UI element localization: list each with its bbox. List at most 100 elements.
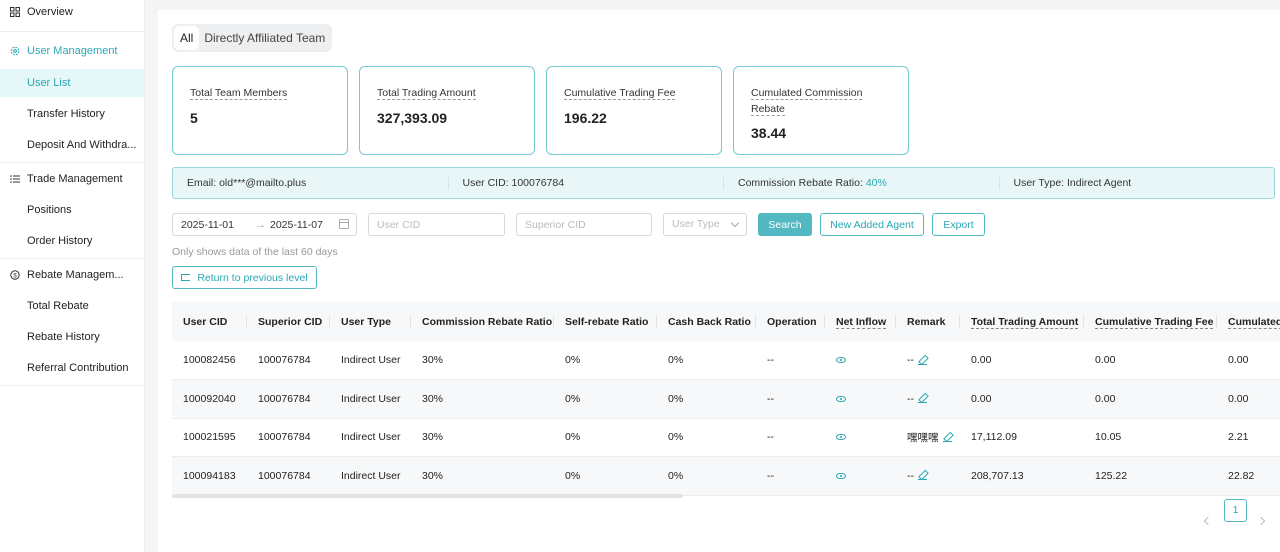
cell-net-inflow bbox=[825, 341, 896, 380]
cell-operation: -- bbox=[756, 379, 825, 419]
col-user-type: User Type bbox=[330, 302, 411, 341]
cell-cumulated: 2.21 bbox=[1217, 418, 1280, 457]
col-operation: Operation bbox=[756, 302, 825, 341]
agent-info-bar: Email: old***@mailto.plus User CID: 1000… bbox=[172, 167, 1275, 199]
cell-user-cid: 100092040 bbox=[172, 379, 247, 419]
nav-trade-management[interactable]: Trade Management bbox=[0, 167, 144, 191]
col-net-inflow-label: Net Inflow bbox=[836, 315, 887, 329]
edit-icon[interactable] bbox=[918, 394, 927, 404]
col-total-trading-amount-label: Total Trading Amount bbox=[971, 315, 1079, 329]
sidebar-item-referral-contribution[interactable]: Referral Contribution bbox=[0, 354, 144, 382]
edit-icon[interactable] bbox=[942, 433, 952, 443]
cell-user-cid: 100021595 bbox=[172, 418, 247, 457]
stat-value: 196.22 bbox=[564, 110, 607, 126]
tab-all[interactable]: All bbox=[174, 26, 200, 50]
cell-operation: -- bbox=[756, 418, 825, 457]
new-added-agent-button[interactable]: New Added Agent bbox=[820, 213, 924, 236]
cell-user-cid: 100094183 bbox=[172, 456, 247, 496]
superior-cid-input[interactable] bbox=[516, 213, 652, 236]
cell-commission: 30% bbox=[411, 456, 554, 496]
list-icon bbox=[10, 174, 20, 184]
sidebar-item-deposit-withdraw[interactable]: Deposit And Withdra... bbox=[0, 131, 144, 159]
col-total-trading-amount: Total Trading Amount bbox=[960, 302, 1084, 341]
stat-card-trading-amount: Total Trading Amount 327,393.09 bbox=[359, 66, 535, 155]
sidebar-item-order-history[interactable]: Order History bbox=[0, 227, 144, 255]
remark-text: -- bbox=[907, 469, 914, 482]
info-ratio-value: 40% bbox=[865, 177, 887, 189]
sidebar-item-positions[interactable]: Positions bbox=[0, 196, 144, 224]
edit-icon[interactable] bbox=[918, 356, 927, 365]
cell-trading-fee: 0.00 bbox=[1084, 341, 1217, 380]
col-remark: Remark bbox=[896, 302, 960, 341]
cell-user-type: Indirect User bbox=[330, 456, 411, 496]
cell-commission: 30% bbox=[411, 341, 554, 380]
sidebar-item-transfer-history[interactable]: Transfer History bbox=[0, 100, 144, 128]
horizontal-scrollbar[interactable] bbox=[172, 494, 683, 498]
sidebar-item-total-rebate[interactable]: Total Rebate bbox=[0, 292, 144, 320]
nav-rebate-management-label: Rebate Managem... bbox=[27, 269, 124, 281]
export-button[interactable]: Export bbox=[932, 213, 985, 236]
cell-self-rebate: 0% bbox=[554, 456, 657, 496]
cell-trading-amount: 0.00 bbox=[960, 341, 1084, 380]
sidebar-item-label: Deposit And Withdra... bbox=[27, 139, 137, 151]
cell-user-type: Indirect User bbox=[330, 341, 411, 380]
eye-icon[interactable] bbox=[836, 357, 846, 364]
col-user-cid: User CID bbox=[172, 302, 247, 341]
cell-cash-back: 0% bbox=[657, 341, 756, 380]
col-cumulative-trading-fee: Cumulative Trading Fee bbox=[1084, 302, 1217, 341]
cell-trading-fee: 125.22 bbox=[1084, 456, 1217, 496]
info-ratio-label: Commission Rebate Ratio: bbox=[738, 177, 866, 189]
cell-user-type: Indirect User bbox=[330, 379, 411, 419]
nav-rebate-management[interactable]: $ Rebate Managem... bbox=[0, 263, 144, 287]
remark-text: -- bbox=[907, 392, 914, 405]
cell-operation: -- bbox=[756, 456, 825, 496]
date-range-picker[interactable]: 2025-11-01 → 2025-11-07 bbox=[172, 213, 357, 236]
nav-user-management[interactable]: User Management bbox=[0, 39, 144, 63]
cell-remark: -- bbox=[896, 379, 960, 419]
table-row: 100092040 100076784 Indirect User 30% 0%… bbox=[172, 379, 1280, 419]
cell-operation: -- bbox=[756, 341, 825, 380]
date-to[interactable]: 2025-11-07 bbox=[270, 219, 323, 231]
info-user-cid: User CID: 100076784 bbox=[449, 176, 724, 190]
page-number-current[interactable]: 1 bbox=[1224, 498, 1247, 522]
user-type-select[interactable]: User Type bbox=[663, 213, 747, 236]
return-label: Return to previous level bbox=[197, 271, 308, 284]
tab-directly-affiliated[interactable]: Directly Affiliated Team bbox=[199, 26, 330, 50]
stat-card-trading-fee: Cumulative Trading Fee 196.22 bbox=[546, 66, 722, 155]
coin-icon: $ bbox=[10, 270, 20, 280]
search-button[interactable]: Search bbox=[758, 213, 812, 236]
table-header-row: User CID Superior CID User Type Commissi… bbox=[172, 302, 1280, 341]
user-table: User CID Superior CID User Type Commissi… bbox=[172, 302, 1280, 498]
edit-icon[interactable] bbox=[918, 471, 927, 481]
nav-overview[interactable]: Overview bbox=[0, 0, 144, 24]
cell-net-inflow bbox=[825, 418, 896, 457]
col-cash-back-ratio: Cash Back Ratio bbox=[657, 302, 756, 341]
cell-net-inflow bbox=[825, 379, 896, 419]
cell-user-type: Indirect User bbox=[330, 418, 411, 457]
stat-value: 5 bbox=[190, 110, 198, 126]
stat-value: 38.44 bbox=[751, 125, 787, 141]
info-email: Email: old***@mailto.plus bbox=[173, 176, 449, 190]
nav-overview-label: Overview bbox=[27, 6, 73, 18]
eye-icon[interactable] bbox=[836, 395, 846, 402]
cell-trading-amount: 17,112.09 bbox=[960, 418, 1084, 457]
cell-superior-cid: 100076784 bbox=[247, 379, 330, 419]
cell-superior-cid: 100076784 bbox=[247, 456, 330, 496]
nav-user-management-label: User Management bbox=[27, 45, 118, 57]
cell-cash-back: 0% bbox=[657, 456, 756, 496]
sidebar-item-rebate-history[interactable]: Rebate History bbox=[0, 323, 144, 351]
prev-page-icon[interactable] bbox=[1203, 516, 1213, 526]
cell-remark: -- bbox=[896, 341, 960, 380]
return-previous-level-button[interactable]: Return to previous level bbox=[172, 266, 317, 289]
cell-trading-amount: 208,707.13 bbox=[960, 456, 1084, 496]
sidebar: Overview User Management User List Trans… bbox=[0, 0, 145, 552]
next-page-icon[interactable] bbox=[1256, 516, 1266, 526]
cell-commission: 30% bbox=[411, 418, 554, 457]
eye-icon[interactable] bbox=[836, 472, 846, 479]
date-from[interactable]: 2025-11-01 bbox=[181, 219, 234, 231]
sidebar-item-user-list[interactable]: User List bbox=[0, 69, 144, 97]
user-cid-input[interactable] bbox=[368, 213, 505, 236]
eye-icon[interactable] bbox=[836, 434, 846, 441]
info-user-type: User Type: Indirect Agent bbox=[1013, 177, 1132, 189]
col-commission-rebate-ratio: Commission Rebate Ratio bbox=[411, 302, 554, 341]
